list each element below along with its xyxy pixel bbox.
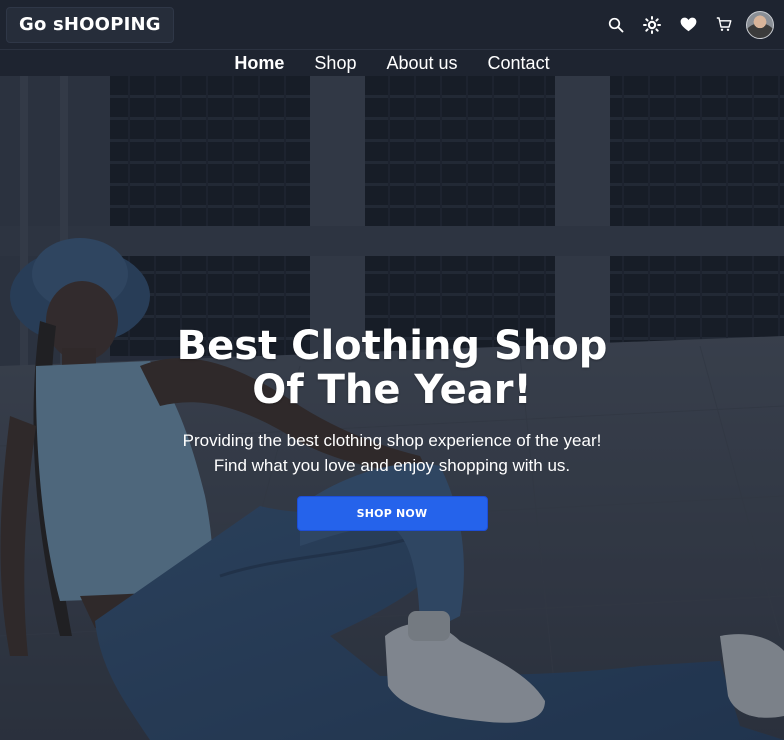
nav-link-about-us[interactable]: About us — [371, 50, 472, 76]
hero-title: Best Clothing Shop Of The Year! — [162, 324, 622, 412]
wishlist-button[interactable] — [670, 7, 706, 43]
sun-icon — [643, 15, 661, 34]
hero-content: Best Clothing Shop Of The Year! Providin… — [0, 324, 784, 531]
site-logo[interactable]: Go sHOOPING — [6, 6, 174, 43]
hero-section: Best Clothing Shop Of The Year! Providin… — [0, 76, 784, 740]
hero-title-line-1: Best Clothing Shop — [176, 323, 608, 369]
search-icon — [608, 17, 624, 32]
theme-toggle-button[interactable] — [634, 7, 670, 43]
header-icons — [598, 7, 778, 43]
shop-now-button[interactable]: SHOP NOW — [296, 496, 488, 531]
cart-icon — [716, 17, 732, 31]
logo-text: Go sHOOPING — [19, 14, 161, 35]
hero-subtitle: Providing the best clothing shop experie… — [182, 431, 602, 475]
nav-link-home[interactable]: Home — [219, 50, 299, 76]
hero-title-line-2: Of The Year! — [252, 367, 532, 413]
heart-icon — [680, 17, 696, 32]
cart-button[interactable] — [706, 7, 742, 43]
nav-link-shop[interactable]: Shop — [299, 50, 371, 76]
main-nav: Home Shop About us Contact — [0, 50, 784, 76]
nav-link-contact[interactable]: Contact — [473, 50, 565, 76]
search-button[interactable] — [598, 7, 634, 43]
user-avatar[interactable] — [746, 10, 774, 39]
top-bar: Go sHOOPING — [0, 0, 784, 50]
